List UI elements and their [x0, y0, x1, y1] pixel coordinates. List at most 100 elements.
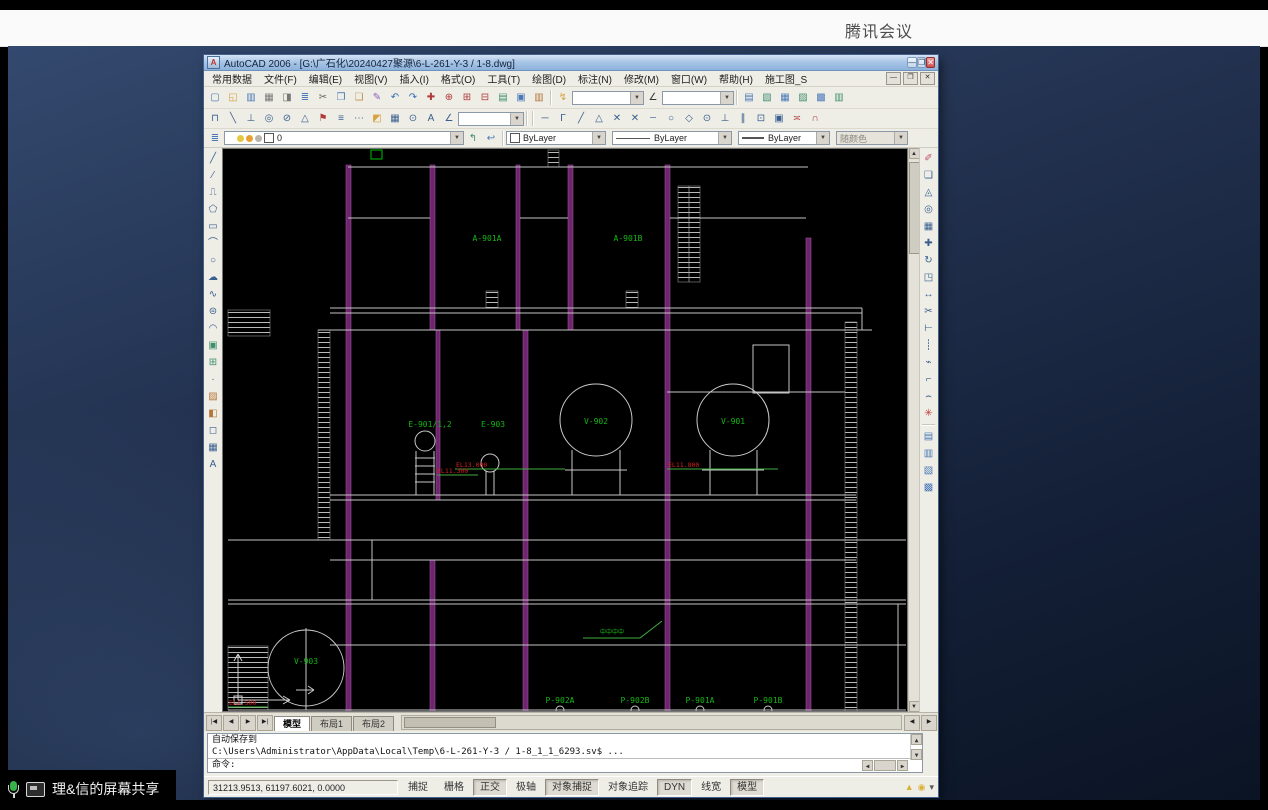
make-object-layer-current-icon[interactable]: ↰ [464, 130, 482, 147]
tab-last-button[interactable]: ▶| [257, 715, 273, 731]
status-toggle[interactable]: 线宽 [694, 779, 728, 796]
status-toggle[interactable]: 对象追踪 [601, 779, 655, 796]
menu-item[interactable]: 修改(M) [618, 71, 665, 86]
menu-item[interactable]: 插入(I) [393, 71, 434, 86]
dimstyle-combo-icon[interactable]: ∠ [644, 89, 662, 106]
layer-combo[interactable]: 0 ▼ [224, 131, 464, 145]
draworder-above-icon[interactable]: ▧ [920, 462, 937, 479]
array-icon[interactable]: ▦ [920, 218, 937, 235]
quick-dim-icon[interactable]: ⚑ [314, 110, 332, 127]
dim-aligned-icon[interactable]: ╲ [224, 110, 242, 127]
dim-linear-icon[interactable]: ⊓ [206, 110, 224, 127]
break-icon[interactable]: ⌁ [920, 354, 937, 371]
color-combo[interactable]: ByLayer ▼ [506, 131, 606, 145]
open-file-icon[interactable]: ◱ [224, 89, 242, 106]
annotation-scale-icon[interactable]: ▲ [905, 782, 914, 792]
quick-leader-icon[interactable]: ◩ [368, 110, 386, 127]
hscroll-right-button[interactable]: ▶ [921, 715, 937, 731]
canvas-horizontal-scrollbar[interactable] [401, 715, 902, 730]
screen-share-banner[interactable]: 理&信的屏幕共享 [0, 770, 176, 808]
snap-quadrant-icon[interactable]: ◇ [680, 110, 698, 127]
status-toggle[interactable]: 模型 [730, 779, 764, 796]
break-at-point-icon[interactable]: ┊ [920, 337, 937, 354]
status-toggle[interactable]: 栅格 [437, 779, 471, 796]
point-icon[interactable]: · [205, 371, 222, 388]
xref-manager-icon[interactable]: ▨ [794, 89, 812, 106]
dimstyle-combo[interactable]: ▼ [662, 91, 734, 105]
command-hscroll-left[interactable]: ◀ [862, 760, 873, 771]
doc-minimize-button[interactable]: — [886, 72, 901, 85]
polygon-icon[interactable]: ⬠ [205, 201, 222, 218]
titlebar[interactable]: A AutoCAD 2006 - [G:\广石化\20240427聚源\6-L-… [204, 55, 938, 71]
chamfer-icon[interactable]: ⌐ [920, 371, 937, 388]
menu-item[interactable]: 工具(T) [481, 71, 526, 86]
dim-baseline-icon[interactable]: ≡ [332, 110, 350, 127]
command-window[interactable]: 自动保存到 C:\Users\Administrator\AppData\Loc… [207, 733, 923, 773]
snap-apparent-intersection-icon[interactable]: ✕ [626, 110, 644, 127]
pan-icon[interactable]: ✚ [422, 89, 440, 106]
doc-restore-button[interactable]: ❐ [903, 72, 918, 85]
plot-preview-icon[interactable]: ◨ [278, 89, 296, 106]
region-icon[interactable]: ◻ [205, 422, 222, 439]
line-icon[interactable]: ╱ [205, 150, 222, 167]
communication-center-icon[interactable]: ◉ [918, 782, 926, 793]
erase-icon[interactable]: ✐ [920, 150, 937, 167]
properties-icon[interactable]: ▤ [494, 89, 512, 106]
dim-radius-icon[interactable]: ◎ [260, 110, 278, 127]
redo-icon[interactable]: ↷ [404, 89, 422, 106]
osnap-settings-icon[interactable]: ∩ [806, 110, 824, 127]
tool-palettes-icon[interactable]: ▥ [530, 89, 548, 106]
move-icon[interactable]: ✚ [920, 235, 937, 252]
tab-first-button[interactable]: |◀ [206, 715, 222, 731]
copy-icon[interactable]: ❏ [920, 167, 937, 184]
insert-block-icon[interactable]: ▣ [205, 337, 222, 354]
menu-item[interactable]: 帮助(H) [713, 71, 759, 86]
scroll-down-button[interactable]: ▼ [909, 701, 920, 712]
extend-icon[interactable]: ⊢ [920, 320, 937, 337]
fillet-icon[interactable]: ⌢ [920, 388, 937, 405]
workspace-icon[interactable]: ↯ [554, 89, 572, 106]
canvas-vertical-scrollbar[interactable]: ▲ ▼ [908, 148, 919, 712]
snap-center-icon[interactable]: ○ [662, 110, 680, 127]
command-scroll-up[interactable]: ▲ [911, 734, 922, 745]
dim-style-icon[interactable]: ∠ [440, 110, 458, 127]
lineweight-combo[interactable]: ByLayer ▼ [738, 131, 830, 145]
minimize-button[interactable]: — [907, 57, 917, 68]
status-toggle[interactable]: DYN [657, 779, 692, 796]
dim-style-combo[interactable]: ▼ [458, 112, 524, 126]
ellipse-arc-icon[interactable]: ◠ [205, 320, 222, 337]
layout-tab[interactable]: 布局2 [353, 716, 394, 731]
status-toggle[interactable]: 捕捉 [401, 779, 435, 796]
cut-icon[interactable]: ✂ [314, 89, 332, 106]
linetype-combo[interactable]: ByLayer ▼ [612, 131, 732, 145]
zoom-window-icon[interactable]: ⊞ [458, 89, 476, 106]
close-button[interactable]: ✕ [926, 57, 935, 68]
spline-icon[interactable]: ∿ [205, 286, 222, 303]
center-mark-icon[interactable]: ⊙ [404, 110, 422, 127]
dim-angular-icon[interactable]: △ [296, 110, 314, 127]
explode-icon[interactable]: ✳ [920, 405, 937, 422]
arc-icon[interactable]: ⌒ [205, 235, 222, 252]
revision-cloud-icon[interactable]: ☁ [205, 269, 222, 286]
sheet-set-manager-icon[interactable]: ▤ [740, 89, 758, 106]
hatch-icon[interactable]: ▨ [205, 388, 222, 405]
command-hscroll-right[interactable]: ▶ [897, 760, 908, 771]
menu-item[interactable]: 格式(O) [435, 71, 481, 86]
draworder-back-icon[interactable]: ▥ [920, 445, 937, 462]
menu-item[interactable]: 常用数据 [206, 71, 258, 86]
menu-item[interactable]: 施工图_S [759, 71, 813, 86]
hscroll-thumb[interactable] [404, 717, 496, 728]
status-toggle[interactable]: 正交 [473, 779, 507, 796]
tab-next-button[interactable]: ▶ [240, 715, 256, 731]
copy-clip-icon[interactable]: ❐ [332, 89, 350, 106]
dbconnect-icon[interactable]: ▥ [830, 89, 848, 106]
new-file-icon[interactable]: ▢ [206, 89, 224, 106]
image-manager-icon[interactable]: ▩ [812, 89, 830, 106]
publish-icon[interactable]: ≣ [296, 89, 314, 106]
status-toggle[interactable]: 极轴 [509, 779, 543, 796]
circle-icon[interactable]: ○ [205, 252, 222, 269]
rotate-icon[interactable]: ↻ [920, 252, 937, 269]
hscroll-left-button[interactable]: ◀ [904, 715, 920, 731]
layout-tab[interactable]: 模型 [274, 716, 310, 731]
zoom-realtime-icon[interactable]: ⊕ [440, 89, 458, 106]
